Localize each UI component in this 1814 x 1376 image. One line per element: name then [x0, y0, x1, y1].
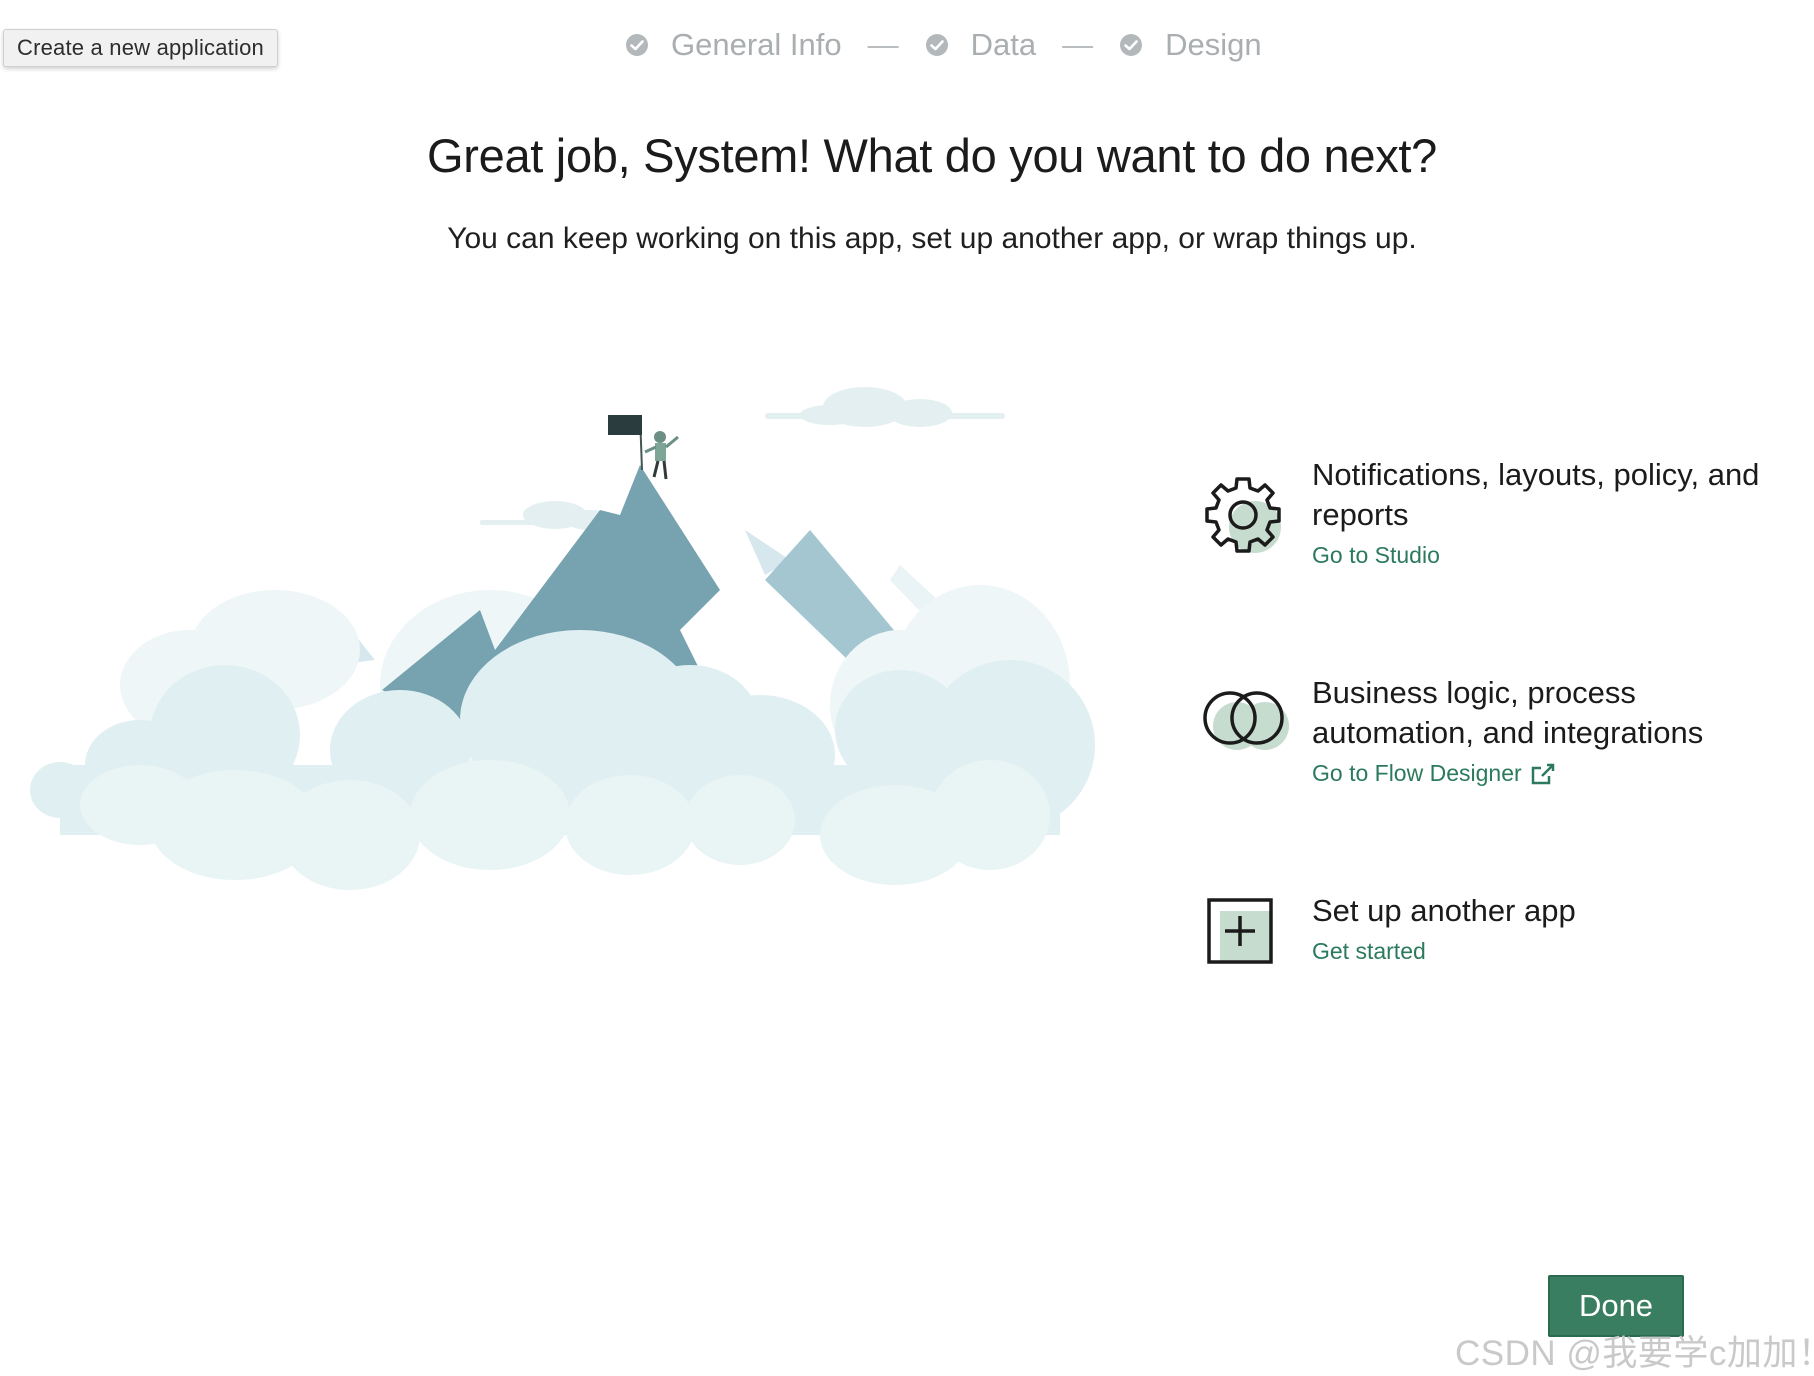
step-design: Design: [1119, 27, 1262, 63]
go-to-studio-link[interactable]: Go to Studio: [1312, 542, 1440, 569]
tooltip-label: Create a new application: [17, 35, 264, 60]
link-label: Go to Flow Designer: [1312, 760, 1522, 786]
option-text: Notifications, layouts, policy, and repo…: [1312, 455, 1802, 569]
step-label: Data: [970, 27, 1037, 62]
page-title: Great job, System! What do you want to d…: [427, 129, 1437, 182]
overlapping-circles-icon: [1203, 691, 1289, 750]
link-label: Get started: [1312, 938, 1426, 964]
get-started-link[interactable]: Get started: [1312, 938, 1426, 965]
go-to-flow-designer-link[interactable]: Go to Flow Designer: [1312, 760, 1556, 787]
option-text: Set up another app Get started: [1312, 891, 1802, 965]
option-title: Business logic, process automation, and …: [1312, 675, 1704, 750]
page-subtitle: You can keep working on this app, set up…: [447, 222, 1417, 255]
sky-cloud: [480, 387, 1005, 530]
option-title: Set up another app: [1312, 893, 1576, 928]
step-separator: —: [1062, 27, 1094, 62]
step-separator: —: [867, 27, 899, 62]
external-link-icon: [1531, 763, 1554, 784]
check-circle-icon: [626, 34, 648, 56]
option-title: Notifications, layouts, policy, and repo…: [1312, 457, 1760, 532]
plus-square-icon: [1207, 898, 1273, 964]
link-label: Go to Studio: [1312, 542, 1440, 568]
progress-stepper: General Info — Data — Design: [625, 22, 1262, 68]
create-application-tooltip: Create a new application: [3, 29, 278, 67]
check-circle-icon: [1120, 34, 1143, 56]
watermark-text: CSDN @我要学c加加！: [1455, 1334, 1814, 1373]
option-text: Business logic, process automation, and …: [1312, 673, 1802, 787]
step-data: Data: [925, 27, 1036, 63]
gear-icon: [1205, 477, 1281, 553]
climber-with-flag: [608, 414, 679, 480]
step-label: General Info: [671, 27, 842, 62]
step-label: Design: [1165, 27, 1262, 62]
mountain-summit-illustration: [30, 387, 1095, 890]
check-circle-icon: [925, 34, 948, 56]
step-general-info: General Info: [625, 27, 842, 63]
